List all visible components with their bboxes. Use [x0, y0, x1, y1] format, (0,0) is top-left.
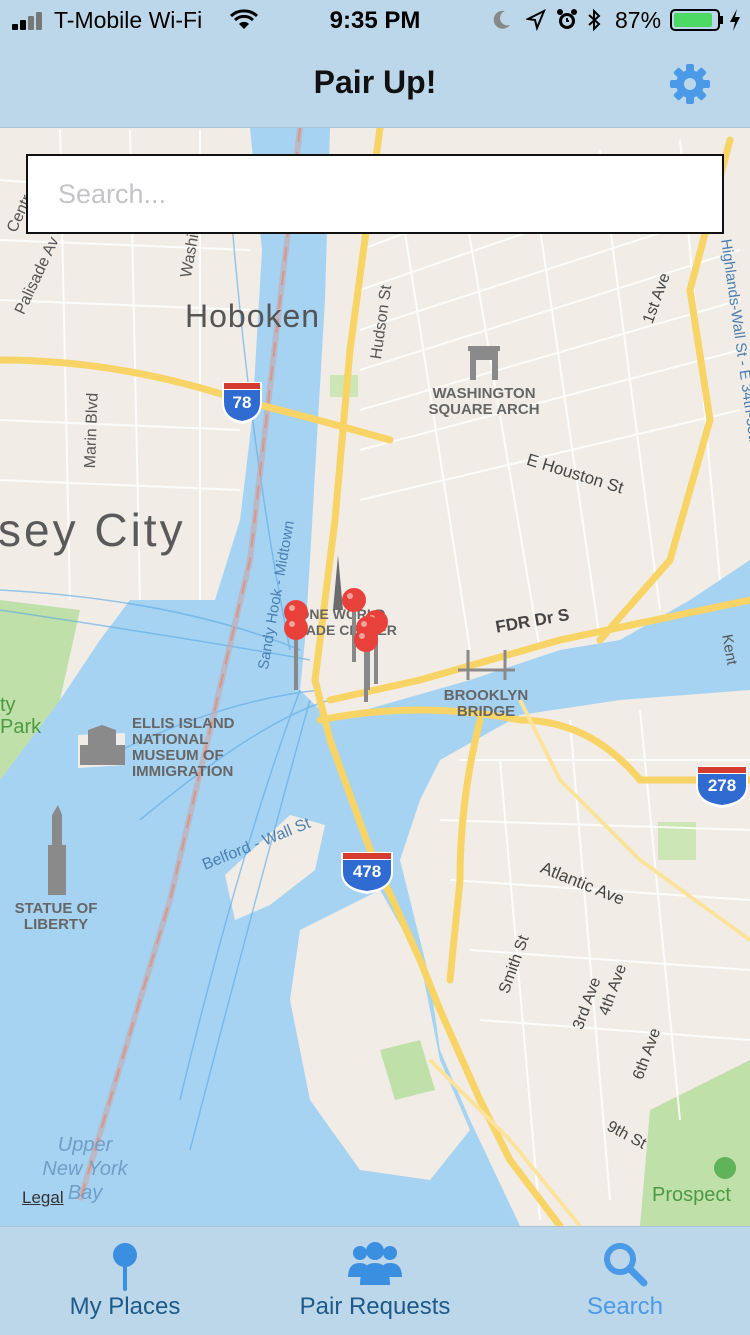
- signal-icon: [12, 12, 48, 30]
- map-label-ellis-island: ELLIS ISLAND NATIONAL MUSEUM OF IMMIGRAT…: [132, 716, 235, 780]
- map-label-line: New York: [42, 1158, 128, 1180]
- map-label-line: STATUE OF: [14, 900, 98, 917]
- map-label-line: ELLIS ISLAND: [132, 715, 235, 732]
- map-label-prospect: Prospect: [652, 1184, 731, 1206]
- legal-link[interactable]: Legal: [22, 1188, 64, 1208]
- tab-pair-requests[interactable]: Pair Requests: [250, 1227, 500, 1335]
- map-pin-icon: [113, 1243, 137, 1291]
- map-label-jersey-city: sey City: [0, 504, 186, 556]
- tab-label: My Places: [69, 1293, 181, 1320]
- map-label-liberty-park: ty Park: [0, 694, 41, 738]
- map-label-washington-square-arch: WASHINGTON SQUARE ARCH: [420, 386, 548, 418]
- map-label-line: IMMIGRATION: [132, 763, 234, 780]
- map-label-line: BRIDGE: [456, 703, 516, 720]
- map-label-line: NATIONAL: [132, 731, 209, 748]
- map-label-statue-of-liberty: STATUE OF LIBERTY: [6, 901, 106, 933]
- carrier-label: T-Mobile Wi-Fi: [54, 7, 203, 33]
- alarm-icon: [557, 9, 577, 29]
- map-label-line: WASHINGTON: [432, 385, 536, 402]
- search-icon: [604, 1243, 648, 1287]
- highway-i278-label: 278: [707, 776, 737, 795]
- map-view[interactable]: Hoboken sey City WASHINGTON SQUARE ARCH …: [0, 128, 750, 1226]
- street-label-marin: Marin Blvd: [82, 392, 102, 469]
- map-label-line: SQUARE ARCH: [428, 401, 540, 418]
- map-label-line: LIBERTY: [23, 916, 89, 933]
- battery-icon: [670, 9, 723, 31]
- battery-percent: 87%: [615, 7, 662, 33]
- tab-label: Pair Requests: [299, 1293, 451, 1320]
- highway-i78-label: 78: [232, 393, 252, 412]
- gear-icon[interactable]: [668, 62, 712, 106]
- bluetooth-icon: [588, 8, 601, 32]
- page-title: Pair Up!: [313, 64, 437, 100]
- charging-icon: [730, 9, 740, 31]
- wifi-icon: [229, 9, 259, 29]
- users-icon: [348, 1242, 402, 1285]
- map-pin-marker[interactable]: [282, 614, 310, 694]
- map-label-hoboken: Hoboken: [185, 298, 321, 334]
- tab-search[interactable]: Search: [500, 1227, 750, 1335]
- highway-i478-label: 478: [352, 862, 382, 881]
- tab-my-places[interactable]: My Places: [0, 1227, 250, 1335]
- map-label-line: Upper: [57, 1134, 113, 1156]
- map-label-line: MUSEUM OF: [132, 747, 224, 764]
- navigation-bar: Pair Up!: [0, 40, 750, 128]
- moon-icon: [493, 10, 510, 29]
- location-arrow-icon: [526, 9, 546, 31]
- map-label-line: BROOKLYN: [443, 687, 529, 704]
- tab-bar: My Places Pair Requests Search: [0, 1226, 750, 1335]
- map-label-line: Park: [0, 716, 42, 738]
- map-pin-marker[interactable]: [352, 626, 380, 706]
- search-input[interactable]: [26, 154, 724, 234]
- tab-label: Search: [586, 1293, 664, 1320]
- map-label-line: ty: [0, 694, 16, 716]
- map-label-brooklyn-bridge: BROOKLYN BRIDGE: [436, 688, 536, 720]
- status-bar: T-Mobile Wi-Fi 9:35 PM 87%: [0, 0, 750, 40]
